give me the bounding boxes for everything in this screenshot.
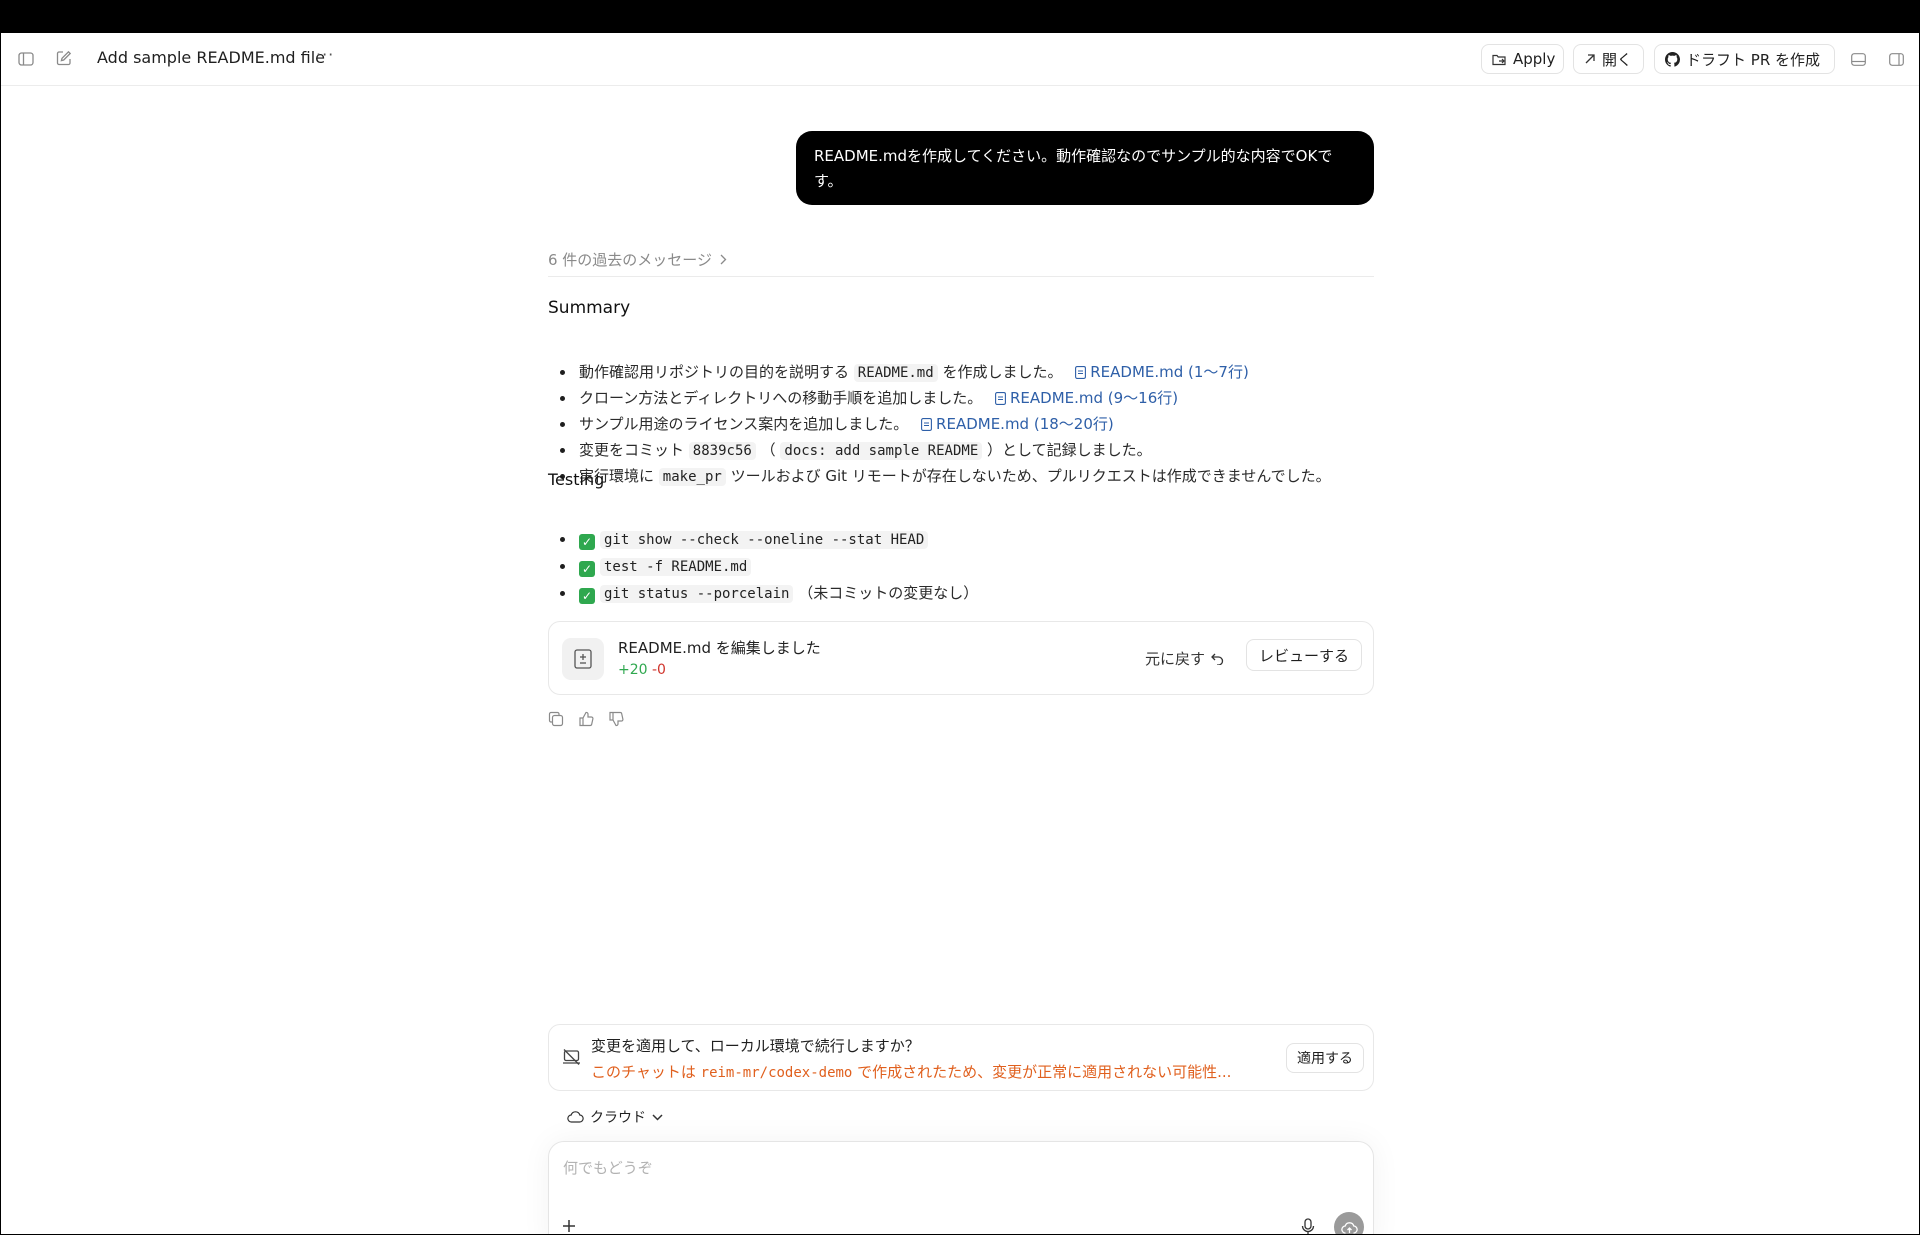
test-command: git status --porcelain — [600, 585, 794, 603]
file-edit-card: README.md を編集しました +20 -0 元に戻す レビューする — [548, 621, 1374, 695]
open-button[interactable]: 開く — [1573, 44, 1644, 74]
message-actions — [548, 711, 624, 727]
summary-text: を作成しました。 — [942, 363, 1063, 381]
summary-text: 変更をコミット — [579, 441, 685, 459]
file-link-label: README.md (9〜16行) — [1009, 389, 1179, 407]
chevron-down-icon — [652, 1113, 663, 1121]
github-icon — [1665, 51, 1680, 67]
diff-stats: +20 -0 — [618, 662, 666, 678]
summary-text: ）として記録しました。 — [987, 441, 1152, 459]
file-icon — [921, 418, 932, 431]
chat-title: Add sample README.md file — [97, 48, 326, 67]
file-link[interactable]: README.md (18〜20行) — [913, 415, 1114, 433]
add-icon[interactable] — [561, 1218, 577, 1234]
test-command: test -f README.md — [600, 558, 752, 576]
microphone-icon[interactable] — [1301, 1218, 1315, 1234]
composer — [548, 1141, 1374, 1234]
draft-pr-label: ドラフト PR を作成 — [1686, 50, 1821, 69]
warning-text: このチャットは — [591, 1063, 696, 1081]
summary-text: ツールおよび Git リモートが存在しないため、プルリクエストは作成できませんで… — [730, 467, 1331, 485]
apply-changes-button[interactable]: 適用する — [1286, 1043, 1364, 1073]
chevron-right-icon — [720, 254, 727, 265]
commit-message: docs: add sample README — [780, 442, 983, 460]
send-button[interactable] — [1334, 1212, 1364, 1234]
user-message: README.mdを作成してください。動作確認なのでサンプル的な内容でOKです。 — [796, 131, 1374, 205]
check-icon: ✓ — [579, 561, 595, 577]
review-button[interactable]: レビューする — [1246, 639, 1362, 671]
apply-changes-card: 変更を適用して、ローカル環境で続行しますか？ このチャットは reim-mr/c… — [548, 1024, 1374, 1091]
apply-warning: このチャットは reim-mr/codex-demo で作成されたため、変更が正… — [591, 1061, 1231, 1082]
new-chat-icon[interactable] — [55, 49, 73, 67]
arrow-up-right-icon — [1585, 54, 1595, 64]
apply-question: 変更を適用して、ローカル環境で続行しますか？ — [591, 1037, 920, 1055]
summary-item: 実行環境に make_pr ツールおよび Git リモートが存在しないため、プル… — [548, 463, 1331, 489]
edit-title: README.md を編集しました — [618, 639, 821, 657]
summary-list: 動作確認用リポジトリの目的を説明する README.md を作成しました。 RE… — [548, 359, 1331, 489]
thumbs-down-icon[interactable] — [608, 711, 624, 727]
file-link-label: README.md (1〜7行) — [1090, 363, 1249, 381]
commit-hash: 8839c56 — [688, 442, 756, 460]
testing-heading: Testing — [548, 470, 605, 489]
no-laptop-icon — [562, 1048, 581, 1066]
check-icon: ✓ — [579, 534, 595, 550]
repo-name: reim-mr/codex-demo — [700, 1065, 853, 1081]
file-link-label: README.md (18〜20行) — [936, 415, 1114, 433]
test-command: git show --check --oneline --stat HEAD — [600, 531, 929, 549]
undo-label: 元に戻す — [1145, 650, 1206, 668]
top-bar: Add sample README.md file ··· Apply 開く ド… — [1, 33, 1919, 86]
undo-button[interactable]: 元に戻す — [1145, 648, 1224, 669]
apply-icon — [1492, 54, 1506, 66]
divider — [548, 276, 1374, 277]
check-icon: ✓ — [579, 588, 595, 604]
right-panel-icon[interactable] — [1887, 50, 1905, 68]
past-messages-label: 6 件の過去のメッセージ — [548, 251, 713, 269]
file-link[interactable]: README.md (9〜16行) — [987, 389, 1178, 407]
undo-icon — [1211, 653, 1224, 665]
summary-heading: Summary — [548, 298, 631, 318]
test-note: （未コミットの変更なし） — [798, 584, 979, 602]
testing-item: ✓ test -f README.md — [548, 553, 978, 580]
warning-text: で作成されたため、変更が正常に適用されない可能性... — [857, 1063, 1232, 1081]
file-icon — [995, 392, 1006, 405]
open-label: 開く — [1602, 50, 1633, 69]
summary-item: サンプル用途のライセンス案内を追加しました。 README.md (18〜20行… — [548, 411, 1331, 437]
app-window: Add sample README.md file ··· Apply 開く ド… — [1, 33, 1919, 1234]
summary-item: 動作確認用リポジトリの目的を説明する README.md を作成しました。 RE… — [548, 359, 1331, 385]
file-icon — [1075, 366, 1087, 379]
more-options-button[interactable]: ··· — [316, 45, 334, 64]
summary-text: （ — [760, 441, 776, 459]
draft-pr-button[interactable]: ドラフト PR を作成 — [1654, 44, 1835, 74]
summary-item: 変更をコミット 8839c56 （ docs: add sample READM… — [548, 437, 1331, 463]
thumbs-up-icon[interactable] — [578, 711, 594, 727]
copy-icon[interactable] — [548, 711, 564, 727]
testing-item: ✓ git show --check --oneline --stat HEAD — [548, 526, 978, 553]
summary-text: 動作確認用リポジトリの目的を説明する — [579, 363, 850, 381]
sidebar-toggle-icon[interactable] — [17, 50, 35, 68]
testing-item: ✓ git status --porcelain （未コミットの変更なし） — [548, 580, 978, 607]
environment-label: クラウド — [590, 1110, 646, 1126]
past-messages-toggle[interactable]: 6 件の過去のメッセージ — [548, 249, 727, 270]
summary-text: クローン方法とディレクトリへの移動手順を追加しました。 — [579, 389, 983, 407]
summary-item: クローン方法とディレクトリへの移動手順を追加しました。 README.md (9… — [548, 385, 1331, 411]
bottom-panel-icon[interactable] — [1849, 50, 1867, 68]
cloud-icon — [567, 1111, 584, 1123]
apply-label: Apply — [1513, 50, 1556, 68]
message-input[interactable] — [561, 1156, 1345, 1180]
apply-button[interactable]: Apply — [1481, 44, 1564, 74]
cloud-upload-icon — [1340, 1221, 1358, 1234]
environment-selector[interactable]: クラウド — [567, 1107, 663, 1127]
inline-code: make_pr — [658, 468, 726, 486]
file-link[interactable]: README.md (1〜7行) — [1067, 363, 1249, 381]
diff-icon — [562, 638, 604, 680]
summary-text: サンプル用途のライセンス案内を追加しました。 — [579, 415, 909, 433]
additions-count: +20 — [618, 662, 648, 678]
inline-code: README.md — [853, 364, 938, 382]
testing-list: ✓ git show --check --oneline --stat HEAD … — [548, 526, 978, 607]
deletions-count: -0 — [652, 662, 666, 678]
